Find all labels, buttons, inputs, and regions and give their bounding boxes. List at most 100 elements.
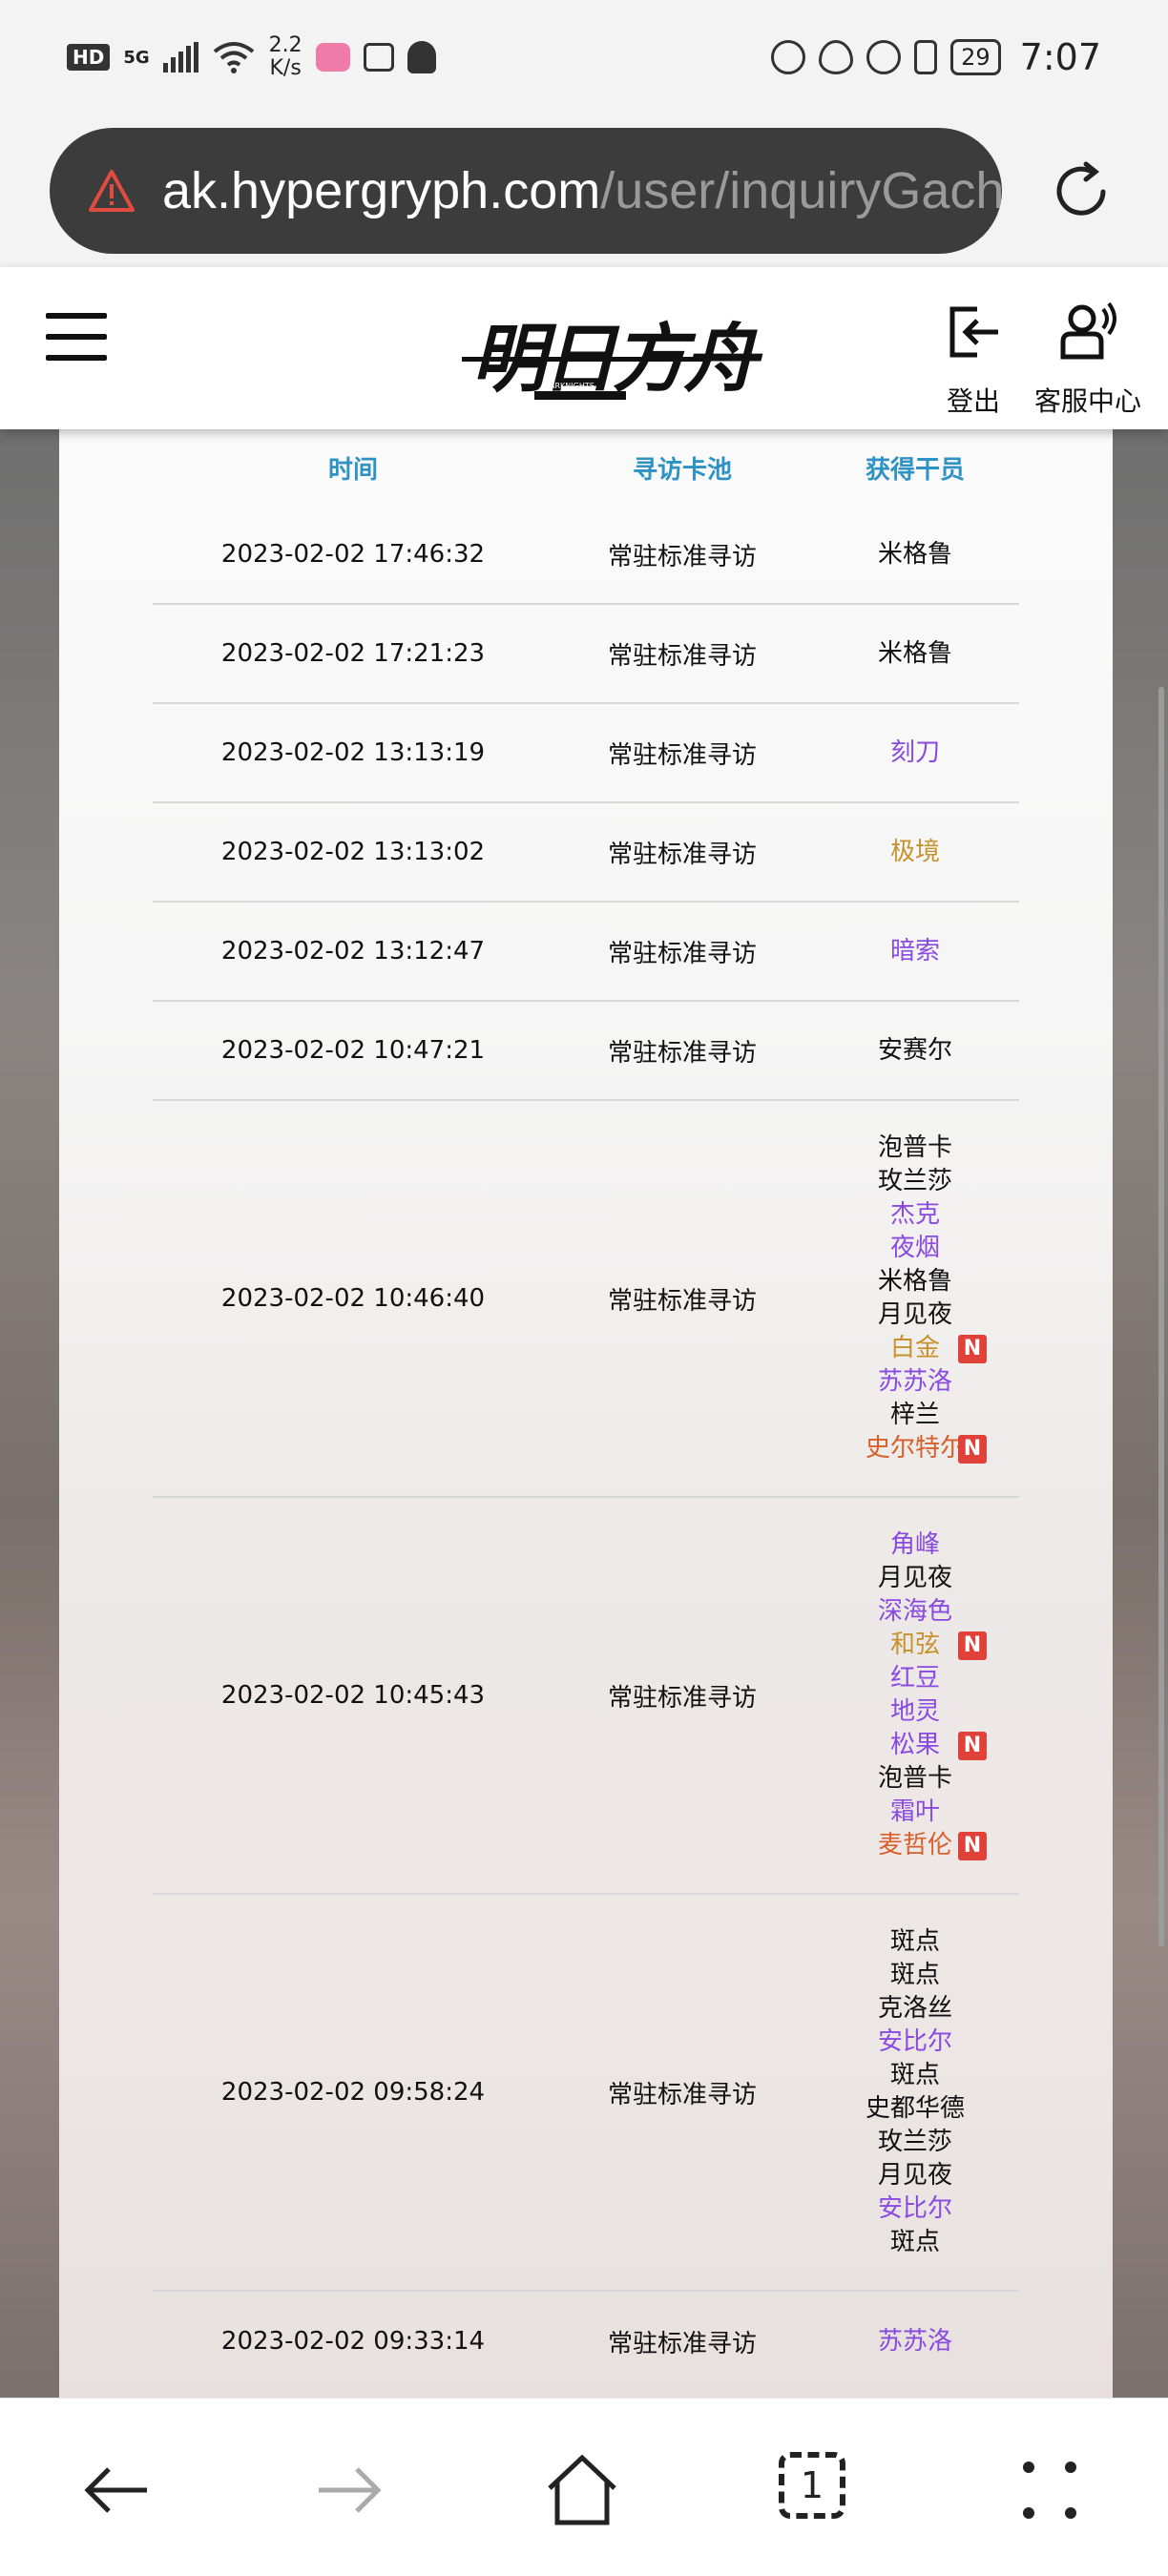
operator-entry: 史尔特尔 N (811, 1432, 1019, 1465)
operator-name: 斑点 (889, 1927, 940, 1956)
operator-name: 角峰 (889, 1530, 940, 1559)
warning-triangle-icon[interactable] (88, 169, 136, 213)
operator-entry: 霜叶 (811, 1796, 1019, 1829)
operator-name: 麦哲伦 (877, 1831, 952, 1859)
cell-operators: 刻刀 (811, 727, 1019, 779)
operator-entry: 安比尔 (811, 2025, 1019, 2059)
operator-name: 夜烟 (889, 1234, 940, 1262)
operator-entry: 梓兰 (811, 1399, 1019, 1432)
operator-name: 杰克 (889, 1200, 940, 1229)
operator-entry: 地灵 (811, 1695, 1019, 1729)
operator-entry: 斑点 (811, 2059, 1019, 2092)
back-arrow-icon[interactable] (78, 2452, 155, 2528)
cell-time: 2023-02-02 09:33:14 (220, 2327, 486, 2356)
cell-operators: 安赛尔 (811, 1025, 1019, 1077)
operator-name: 月见夜 (877, 2161, 952, 2190)
table-row: 2023-02-02 09:58:24 常驻标准寻访 斑点 斑点 克洛丝 安比尔 斑点 史都华… (153, 1895, 1019, 2292)
address-bar[interactable]: ak.hypergryph.com/user/inquiryGacha (50, 128, 1002, 254)
tabs-button[interactable]: 1 (779, 2452, 855, 2528)
customer-service-icon (1060, 301, 1116, 360)
operator-entry: 安赛尔 (811, 1034, 1019, 1068)
operator-entry: 角峰 (811, 1528, 1019, 1562)
cell-pool: 常驻标准寻访 (607, 542, 757, 571)
operator-name: 深海色 (877, 1597, 952, 1626)
cell-time: 2023-02-02 10:46:40 (220, 1284, 486, 1313)
home-icon[interactable] (544, 2452, 620, 2528)
cell-time: 2023-02-02 13:13:02 (220, 838, 486, 866)
table-body: 2023-02-02 17:46:32 常驻标准寻访 米格鲁 2023-02-02 1… (153, 506, 1019, 2391)
operator-name: 安比尔 (877, 2194, 952, 2223)
nfc-icon (771, 40, 806, 74)
battery-level: 29 (950, 39, 1001, 75)
app-notification-icon (315, 43, 350, 72)
operator-name: 月见夜 (877, 1564, 952, 1592)
logo-bar (534, 391, 626, 400)
hamburger-menu-icon[interactable] (46, 313, 107, 364)
operator-name: 史都华德 (865, 2094, 965, 2123)
operator-entry: 米格鲁 (811, 1265, 1019, 1298)
cell-pool: 常驻标准寻访 (607, 740, 757, 770)
clock: 7:07 (1019, 36, 1101, 78)
cell-operators: 米格鲁 (811, 529, 1019, 581)
logout-label: 登出 (946, 385, 1000, 417)
table-row: 2023-02-02 17:21:23 常驻标准寻访 米格鲁 (153, 605, 1019, 704)
cell-time: 2023-02-02 10:45:43 (220, 1681, 486, 1710)
table-row: 2023-02-02 13:12:47 常驻标准寻访 暗索 (153, 903, 1019, 1002)
operator-entry: 泡普卡 (811, 1762, 1019, 1796)
operator-name: 极境 (889, 837, 940, 866)
new-badge: N (958, 1832, 987, 1860)
operator-entry: 史都华德 (811, 2092, 1019, 2126)
status-bar: HD 5G 2.2 K/s 29 7:07 (0, 0, 1168, 114)
operator-name: 霜叶 (889, 1797, 940, 1826)
operator-entry: 斑点 (811, 2226, 1019, 2259)
new-badge: N (958, 1631, 987, 1660)
operator-name: 月见夜 (877, 1300, 952, 1329)
url-text[interactable]: ak.hypergryph.com/user/inquiryGacha (162, 161, 1002, 220)
operator-name: 玫兰莎 (877, 2128, 952, 2156)
more-dots-icon[interactable] (1012, 2452, 1088, 2528)
forward-arrow-icon[interactable] (311, 2452, 387, 2528)
cell-pool: 常驻标准寻访 (607, 840, 757, 869)
cell-pool: 常驻标准寻访 (607, 1683, 757, 1713)
operator-name: 地灵 (889, 1697, 940, 1726)
reload-icon[interactable] (1048, 158, 1115, 225)
table-row: 2023-02-02 10:46:40 常驻标准寻访 泡普卡 玫兰莎 杰克 夜烟 米格鲁 月见… (153, 1101, 1019, 1498)
tabs-count: 1 (779, 2452, 845, 2519)
table-row: 2023-02-02 09:33:14 常驻标准寻访 苏苏洛 (153, 2292, 1019, 2391)
operator-name: 米格鲁 (877, 539, 952, 569)
operator-name: 安赛尔 (877, 1035, 952, 1065)
operator-entry: 极境 (811, 836, 1019, 869)
operator-name: 泡普卡 (877, 1764, 952, 1793)
hd-indicator: HD (67, 44, 111, 71)
operator-name: 苏苏洛 (877, 2326, 952, 2356)
operator-entry: 月见夜 (811, 2159, 1019, 2192)
site-logo[interactable]: 明日方舟 ARKNIGHTS (462, 300, 758, 405)
operator-entry: 深海色 (811, 1595, 1019, 1629)
operator-name: 白金 (889, 1334, 940, 1362)
operator-entry: 玫兰莎 (811, 1165, 1019, 1198)
operator-entry: 玫兰莎 (811, 2126, 1019, 2159)
url-path: /user/inquiryGacha (600, 162, 1002, 219)
operator-name: 斑点 (889, 1961, 940, 1989)
table-row: 2023-02-02 10:47:21 常驻标准寻访 安赛尔 (153, 1002, 1019, 1101)
logout-icon (949, 306, 998, 358)
speed-unit: K/s (269, 56, 302, 80)
operator-name: 红豆 (889, 1664, 940, 1693)
operator-entry: 安比尔 (811, 2192, 1019, 2226)
cell-operators: 角峰 月见夜 深海色 和弦 N 红豆 地灵 松果 N 泡普卡 霜叶 麦哲伦 N (811, 1519, 1019, 1872)
operator-entry: 苏苏洛 (811, 2325, 1019, 2358)
customer-service-button[interactable]: 客服中心 (1025, 301, 1151, 419)
operator-name: 松果 (889, 1731, 940, 1759)
tv-app-icon (363, 43, 394, 72)
operator-entry: 月见夜 (811, 1298, 1019, 1332)
operator-entry: 斑点 (811, 1959, 1019, 1992)
operator-entry: 松果 N (811, 1729, 1019, 1762)
cell-operators: 米格鲁 (811, 628, 1019, 680)
operator-entry: 白金 N (811, 1332, 1019, 1365)
browser-toolbar: ak.hypergryph.com/user/inquiryGacha (0, 114, 1168, 267)
logo-subtitle: ARKNIGHTS (550, 382, 594, 390)
operator-entry: 泡普卡 (811, 1132, 1019, 1165)
page-scrollbar[interactable] (1158, 687, 1164, 1946)
operator-entry: 米格鲁 (811, 637, 1019, 671)
logout-button[interactable]: 登出 (935, 301, 1012, 419)
